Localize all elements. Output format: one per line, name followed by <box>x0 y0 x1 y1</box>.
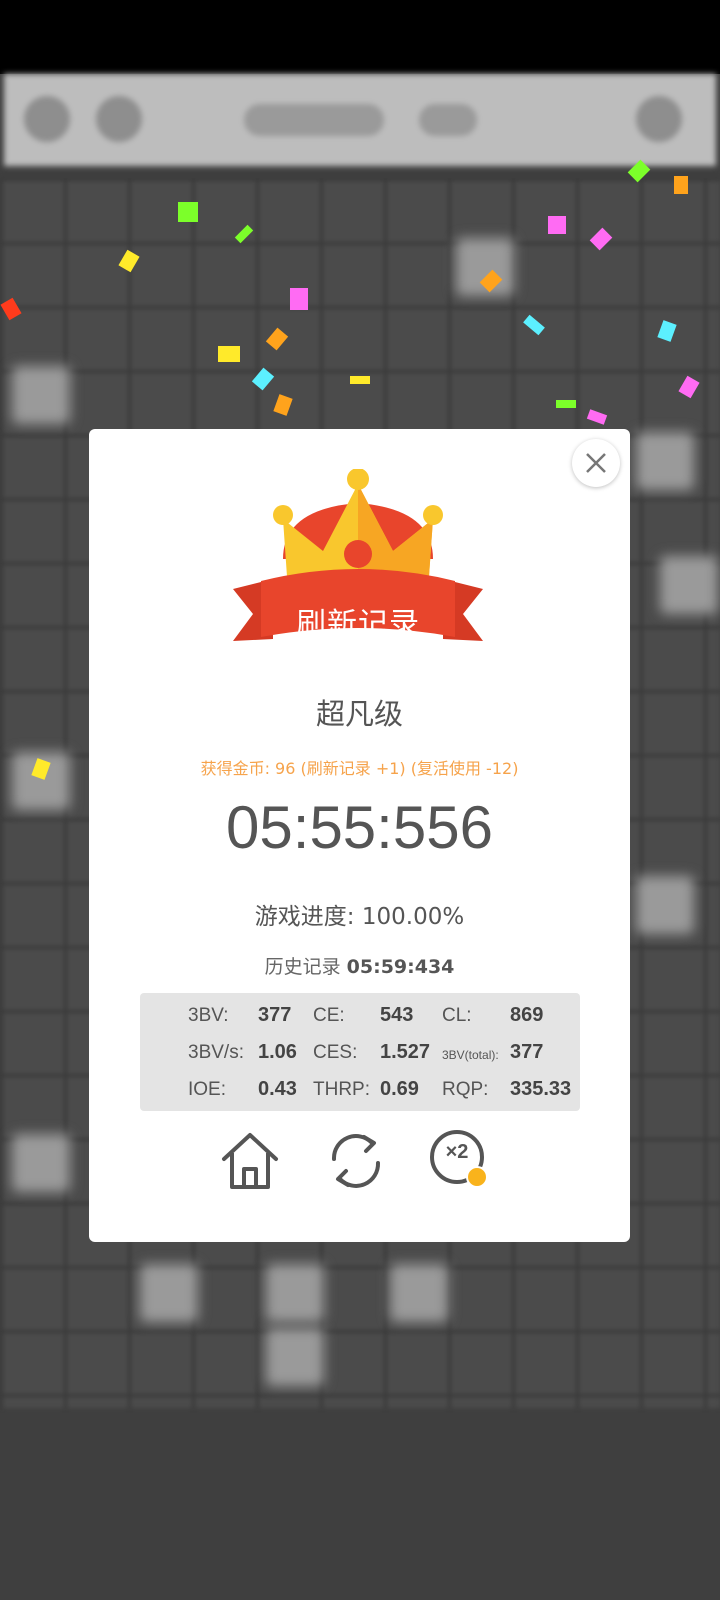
progress-value: 100.00% <box>361 904 465 930</box>
board-cell <box>660 556 718 614</box>
stat-value-ces: 1.527 <box>380 1041 431 1063</box>
coins-earned: 获得金币: 96 (刷新记录 +1) (复活使用 -12) <box>200 759 519 778</box>
stat-label-ces: CES: <box>313 1042 358 1063</box>
restart-button[interactable] <box>324 1129 388 1193</box>
stat-label-thrp: THRP: <box>313 1079 370 1100</box>
board-cell <box>12 1134 70 1192</box>
home-button[interactable] <box>218 1129 282 1193</box>
stat-value-3bv: 377 <box>258 1004 292 1026</box>
settings-icon <box>96 96 142 142</box>
board-cell <box>636 432 694 490</box>
stat-value-3bvs: 1.06 <box>258 1041 297 1063</box>
history-value: 05:59:434 <box>346 956 455 978</box>
difficulty-level: 超凡级 <box>315 697 403 731</box>
confetti-piece <box>350 376 370 384</box>
stat-label-rqp: RQP: <box>442 1079 489 1100</box>
double-reward-label: ×2 <box>445 1141 469 1163</box>
stat-label-ce: CE: <box>313 1005 345 1026</box>
board-cell <box>140 1264 198 1322</box>
mine-counter <box>244 104 384 136</box>
game-progress: 游戏进度: 100.00% <box>89 897 630 931</box>
badge-title: 刷新记录 <box>296 607 420 642</box>
pause-icon <box>636 96 682 142</box>
double-reward-button[interactable]: ×2 <box>429 1129 493 1193</box>
stat-value-ce: 543 <box>380 1004 414 1026</box>
stats-panel: 3BV: 377 CE: 543 CL: 869 3BV/s: 1.06 CES… <box>140 993 580 1111</box>
flag-counter <box>419 104 477 136</box>
board-cell <box>266 1264 324 1322</box>
refresh-icon <box>331 1134 381 1188</box>
confetti-piece <box>548 216 566 234</box>
stat-value-rqp: 335.33 <box>510 1078 572 1100</box>
board-cell <box>636 876 694 934</box>
stat-value-thrp: 0.69 <box>380 1078 419 1100</box>
game-toolbar <box>4 74 716 166</box>
history-label: 历史记录 <box>264 956 341 978</box>
board-cell <box>266 1328 324 1386</box>
stat-value-ioe: 0.43 <box>258 1078 297 1100</box>
stat-label-3bvs: 3BV/s: <box>188 1042 244 1063</box>
finish-time: 05:55:556 <box>226 794 493 861</box>
confetti-piece <box>556 400 576 408</box>
close-button[interactable] <box>572 439 620 487</box>
board-cell <box>12 366 70 424</box>
progress-label: 游戏进度: <box>254 904 355 930</box>
confetti-piece <box>178 202 198 222</box>
stat-label-cl: CL: <box>442 1005 472 1026</box>
menu-icon <box>24 96 70 142</box>
stat-label-3bv: 3BV: <box>188 1005 229 1026</box>
stat-value-cl: 869 <box>510 1004 544 1026</box>
board-cell <box>390 1264 448 1322</box>
result-dialog: 刷新记录 超凡级 获得金币: 96 (刷新记录 +1) (复活使用 -12) 0… <box>89 429 630 1242</box>
record-badge: 刷新记录 <box>233 468 483 659</box>
confetti-piece <box>290 288 308 310</box>
best-record: 历史记录 05:59:434 <box>89 952 630 979</box>
confetti-piece <box>674 176 688 194</box>
home-icon <box>222 1133 278 1189</box>
stat-label-ioe: IOE: <box>188 1079 227 1100</box>
confetti-piece <box>218 346 240 362</box>
stat-label-3bv-total: 3BV(total): <box>442 1048 499 1062</box>
close-icon <box>586 453 606 473</box>
status-bar <box>0 0 720 74</box>
action-bar: ×2 <box>89 1129 630 1199</box>
stat-value-3bv-total: 377 <box>510 1041 544 1063</box>
